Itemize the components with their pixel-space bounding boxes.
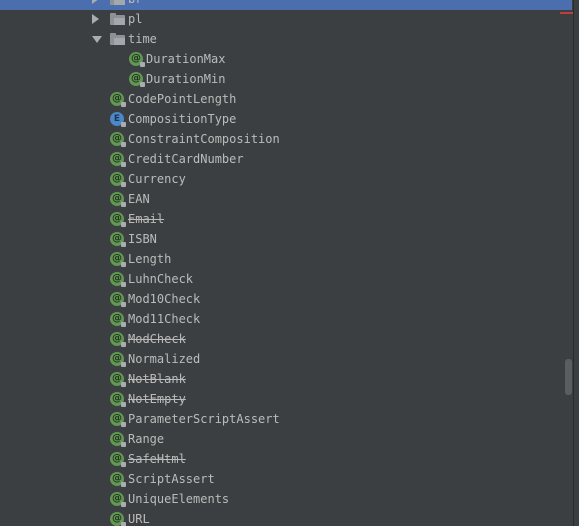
annotation-icon: @	[110, 132, 126, 147]
tree-item[interactable]: @ CodePointLength	[0, 89, 560, 109]
enum-icon: E	[110, 112, 126, 127]
tree-item[interactable]: @ EAN	[0, 189, 560, 209]
annotation-icon: @	[110, 232, 126, 247]
item-label: DurationMax	[146, 52, 226, 66]
item-label-deprecated: Email	[128, 212, 165, 226]
tree-item[interactable]: @ CreditCardNumber	[0, 149, 560, 169]
tree-item[interactable]: @ ParameterScriptAssert	[0, 409, 560, 429]
annotation-icon: @	[110, 332, 126, 347]
tree-item[interactable]: E CompositionType	[0, 109, 560, 129]
item-label-deprecated: NotBlank	[128, 372, 186, 386]
folder-label: br	[128, 0, 142, 9]
folder-label: time	[128, 32, 157, 46]
item-label: ParameterScriptAssert	[128, 412, 280, 426]
tree-item[interactable]: @ NotEmpty	[0, 389, 560, 409]
annotation-icon: @	[110, 292, 126, 307]
tree-item[interactable]: @ Mod10Check	[0, 289, 560, 309]
annotation-icon: @	[110, 432, 126, 447]
annotation-icon: @	[110, 512, 126, 526]
item-label: Normalized	[128, 352, 201, 366]
expand-arrow-icon[interactable]	[92, 0, 99, 4]
item-label: Mod10Check	[128, 292, 201, 306]
item-label-deprecated: NotEmpty	[128, 392, 186, 406]
expand-arrow-icon[interactable]	[92, 14, 99, 24]
item-label: CompositionType	[128, 112, 237, 126]
item-label: CreditCardNumber	[128, 152, 244, 166]
tree-item[interactable]: @ ISBN	[0, 229, 560, 249]
annotation-icon: @	[110, 312, 126, 327]
package-folder-icon	[110, 0, 125, 5]
tree-item[interactable]: @ NotBlank	[0, 369, 560, 389]
annotation-icon: @	[129, 72, 145, 87]
tree-item[interactable]: @ Normalized	[0, 349, 560, 369]
annotation-icon: @	[110, 92, 126, 107]
annotation-icon: @	[129, 52, 145, 67]
tree-item[interactable]: @ LuhnCheck	[0, 269, 560, 289]
item-label-deprecated: SafeHtml	[128, 452, 186, 466]
collapse-arrow-icon[interactable]	[92, 36, 102, 43]
tree-item[interactable]: @ SafeHtml	[0, 449, 560, 469]
tree-item[interactable]: @ Mod11Check	[0, 309, 560, 329]
tree-item[interactable]: @ UniqueElements	[0, 489, 560, 509]
annotation-icon: @	[110, 272, 126, 287]
item-label: Currency	[128, 172, 186, 186]
vertical-scrollbar[interactable]	[565, 359, 572, 395]
tree-item[interactable]: @ URL	[0, 509, 560, 526]
annotation-icon: @	[110, 372, 126, 387]
tree-item[interactable]: @ ScriptAssert	[0, 469, 560, 489]
item-label: ISBN	[128, 232, 157, 246]
annotation-icon: @	[110, 492, 126, 507]
annotation-icon: @	[110, 212, 126, 227]
item-label: Range	[128, 432, 165, 446]
tree-item[interactable]: @ Email	[0, 209, 560, 229]
tree-item[interactable]: @ DurationMin	[0, 69, 560, 89]
item-label: LuhnCheck	[128, 272, 194, 286]
tree-folder-pl[interactable]: pl	[0, 9, 560, 29]
folder-label: pl	[128, 12, 143, 26]
item-label: EAN	[128, 192, 150, 206]
item-label-deprecated: ModCheck	[128, 332, 186, 346]
annotation-icon: @	[110, 192, 126, 207]
tree-item[interactable]: @ Length	[0, 249, 560, 269]
annotation-icon: @	[110, 412, 126, 427]
annotation-icon: @	[110, 452, 126, 467]
item-label: ScriptAssert	[128, 472, 215, 486]
item-label: Mod11Check	[128, 312, 201, 326]
tree-item[interactable]: @ ConstraintComposition	[0, 129, 560, 149]
annotation-icon: @	[110, 352, 126, 367]
item-label: UniqueElements	[128, 492, 230, 506]
tree-folder-bf[interactable]: br	[0, 0, 560, 9]
item-label: CodePointLength	[128, 92, 237, 106]
package-folder-icon	[110, 33, 125, 45]
tree-item[interactable]: @ Currency	[0, 169, 560, 189]
annotation-icon: @	[110, 152, 126, 167]
tree-folder-time[interactable]: time	[0, 29, 560, 49]
annotation-icon: @	[110, 252, 126, 267]
annotation-icon: @	[110, 392, 126, 407]
tree-item[interactable]: @ DurationMax	[0, 49, 560, 69]
item-label: URL	[128, 512, 150, 526]
item-label: DurationMin	[146, 72, 226, 86]
tree-item[interactable]: @ Range	[0, 429, 560, 449]
panel-divider	[573, 0, 574, 526]
project-tree: br pl time @ DurationMax @ DurationMin @…	[0, 0, 579, 526]
annotation-icon: @	[110, 172, 126, 187]
error-stripe-marker[interactable]	[560, 12, 574, 14]
annotation-icon: @	[110, 472, 126, 487]
package-folder-icon	[110, 13, 125, 25]
item-label: ConstraintComposition	[128, 132, 280, 146]
item-label: Length	[128, 252, 172, 266]
tree-item[interactable]: @ ModCheck	[0, 329, 560, 349]
